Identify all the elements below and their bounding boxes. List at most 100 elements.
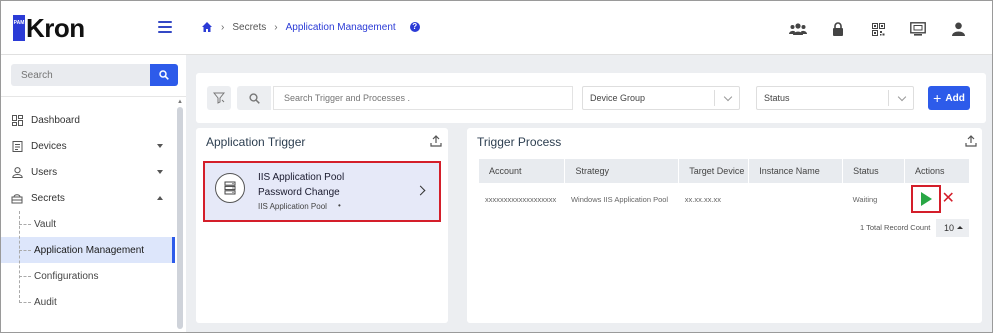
breadcrumb-application-management[interactable]: Application Management	[286, 22, 396, 33]
column-header-strategy[interactable]: Strategy	[564, 159, 680, 183]
devices-icon	[11, 140, 23, 152]
trigger-card-title: IIS Application Pool Password Change	[258, 172, 345, 198]
sidebar-search-button[interactable]	[150, 64, 178, 86]
cell-status: Waiting	[852, 194, 878, 204]
device-group-select[interactable]: Device Group	[582, 86, 740, 110]
sidebar-item-label: Users	[31, 166, 58, 178]
tree-vertical-line	[19, 211, 20, 303]
trigger-card-subtitle: IIS Application Pool	[258, 202, 327, 211]
sidebar-search-input[interactable]	[11, 64, 150, 86]
dashboard-icon	[11, 114, 23, 126]
filter-bar: Device Group Status + Add	[196, 73, 986, 123]
breadcrumb: › Secrets › Application Management ?	[201, 21, 420, 33]
column-header-actions: Actions	[904, 159, 970, 183]
sidebar-item-label: Devices	[31, 140, 67, 152]
column-header-account[interactable]: Account	[479, 159, 566, 183]
trigger-card-dot: •	[338, 201, 341, 210]
add-button[interactable]: + Add	[928, 86, 970, 110]
tree-connector	[19, 250, 31, 251]
sidebar-scrollbar[interactable]: ▲	[177, 99, 183, 331]
chevron-right-icon[interactable]	[415, 185, 426, 196]
cell-actions: ✕	[905, 183, 970, 215]
search-icon	[237, 86, 271, 110]
scrollbar-thumb[interactable]	[177, 107, 183, 329]
chevron-down-icon	[157, 170, 163, 174]
lock-icon[interactable]	[818, 19, 858, 39]
sidebar-subitem-label: Application Management	[34, 244, 145, 256]
help-icon[interactable]: ?	[409, 22, 420, 32]
user-outline-icon	[11, 166, 23, 178]
sidebar-search	[11, 64, 178, 86]
cell-instance-name	[749, 183, 843, 215]
sidebar-item-label: Secrets	[31, 192, 65, 204]
hamburger-menu-icon[interactable]	[158, 21, 172, 33]
device-group-placeholder: Device Group	[590, 93, 646, 103]
sidebar-item-dashboard[interactable]: Dashboard	[1, 107, 175, 133]
kron-logo[interactable]: PAM Kron	[13, 15, 85, 41]
column-header-status[interactable]: Status	[842, 159, 906, 183]
upload-icon[interactable]	[430, 135, 442, 147]
top-header: PAM Kron › Secrets › Application Managem…	[1, 1, 992, 55]
cell-strategy: Windows IIS Application Pool	[570, 194, 669, 204]
main-content: Device Group Status + Add Application Tr…	[186, 55, 992, 332]
trigger-process-table: Account Strategy Target Device Instance …	[479, 159, 970, 215]
sidebar-subitem-label: Audit	[34, 296, 57, 308]
sidebar-item-users[interactable]: Users	[1, 159, 175, 185]
home-icon[interactable]	[201, 21, 213, 33]
column-header-instance-name[interactable]: Instance Name	[748, 159, 844, 183]
trigger-process-panel: Trigger Process Account Strategy Target …	[467, 128, 982, 323]
qr-code-icon[interactable]	[858, 19, 898, 39]
scroll-up-icon[interactable]: ▲	[177, 99, 183, 105]
search-icon	[159, 70, 169, 80]
sidebar-subitem-configurations[interactable]: Configurations	[1, 263, 175, 289]
record-count: 1 Total Record Count	[860, 223, 931, 232]
user-icon[interactable]	[938, 19, 978, 39]
page-size-select[interactable]: 10	[936, 219, 969, 237]
logo-text: Kron	[26, 13, 85, 43]
sidebar-subitem-label: Vault	[34, 218, 57, 230]
chevron-down-icon	[897, 92, 907, 102]
users-icon[interactable]	[778, 19, 818, 39]
sidebar-item-secrets[interactable]: Secrets	[1, 185, 175, 211]
header-icons	[778, 19, 978, 39]
delete-icon[interactable]: ✕	[942, 191, 955, 207]
sidebar-menu: Dashboard Devices Users Secrets Vault Ap…	[1, 107, 175, 315]
breadcrumb-separator: ›	[221, 21, 225, 33]
play-icon	[920, 192, 932, 206]
chevron-down-icon	[723, 92, 733, 102]
status-placeholder: Status	[764, 93, 790, 103]
monitor-icon[interactable]	[898, 19, 938, 39]
plus-icon: +	[933, 90, 942, 106]
breadcrumb-separator: ›	[274, 21, 278, 33]
secrets-icon	[11, 192, 23, 204]
trigger-search-input[interactable]	[273, 86, 573, 110]
chevron-down-icon	[157, 144, 163, 148]
application-trigger-panel: Application Trigger IIS Application Pool…	[196, 128, 448, 323]
cell-target-device: xx.xx.xx.xx	[684, 194, 722, 204]
tree-connector	[19, 276, 31, 277]
server-icon	[215, 173, 245, 203]
run-button[interactable]	[910, 185, 941, 213]
sidebar: Dashboard Devices Users Secrets Vault	[1, 55, 186, 332]
filter-icon[interactable]	[207, 86, 231, 110]
chevron-up-icon	[157, 196, 163, 200]
breadcrumb-secrets[interactable]: Secrets	[232, 22, 266, 33]
sidebar-subitem-label: Configurations	[34, 270, 99, 282]
table-row: xxxxxxxxxxxxxxxxxxx Windows IIS Applicat…	[479, 183, 970, 215]
sidebar-subitem-audit[interactable]: Audit	[1, 289, 175, 315]
tree-connector	[19, 302, 31, 303]
tree-connector	[19, 224, 31, 225]
column-header-target-device[interactable]: Target Device	[678, 159, 750, 183]
trigger-card-iis-app-pool[interactable]: IIS Application Pool Password Change IIS…	[203, 161, 441, 222]
sidebar-divider	[1, 96, 186, 97]
sidebar-item-devices[interactable]: Devices	[1, 133, 175, 159]
sidebar-subitem-vault[interactable]: Vault	[1, 211, 175, 237]
table-header-row: Account Strategy Target Device Instance …	[479, 159, 970, 183]
logo-badge: PAM	[13, 15, 25, 41]
sidebar-subitem-application-management[interactable]: Application Management	[1, 237, 175, 263]
sidebar-item-label: Dashboard	[31, 114, 80, 126]
upload-icon[interactable]	[965, 135, 977, 147]
trigger-process-title: Trigger Process	[477, 135, 562, 149]
caret-up-icon	[957, 226, 963, 229]
status-select[interactable]: Status	[756, 86, 914, 110]
